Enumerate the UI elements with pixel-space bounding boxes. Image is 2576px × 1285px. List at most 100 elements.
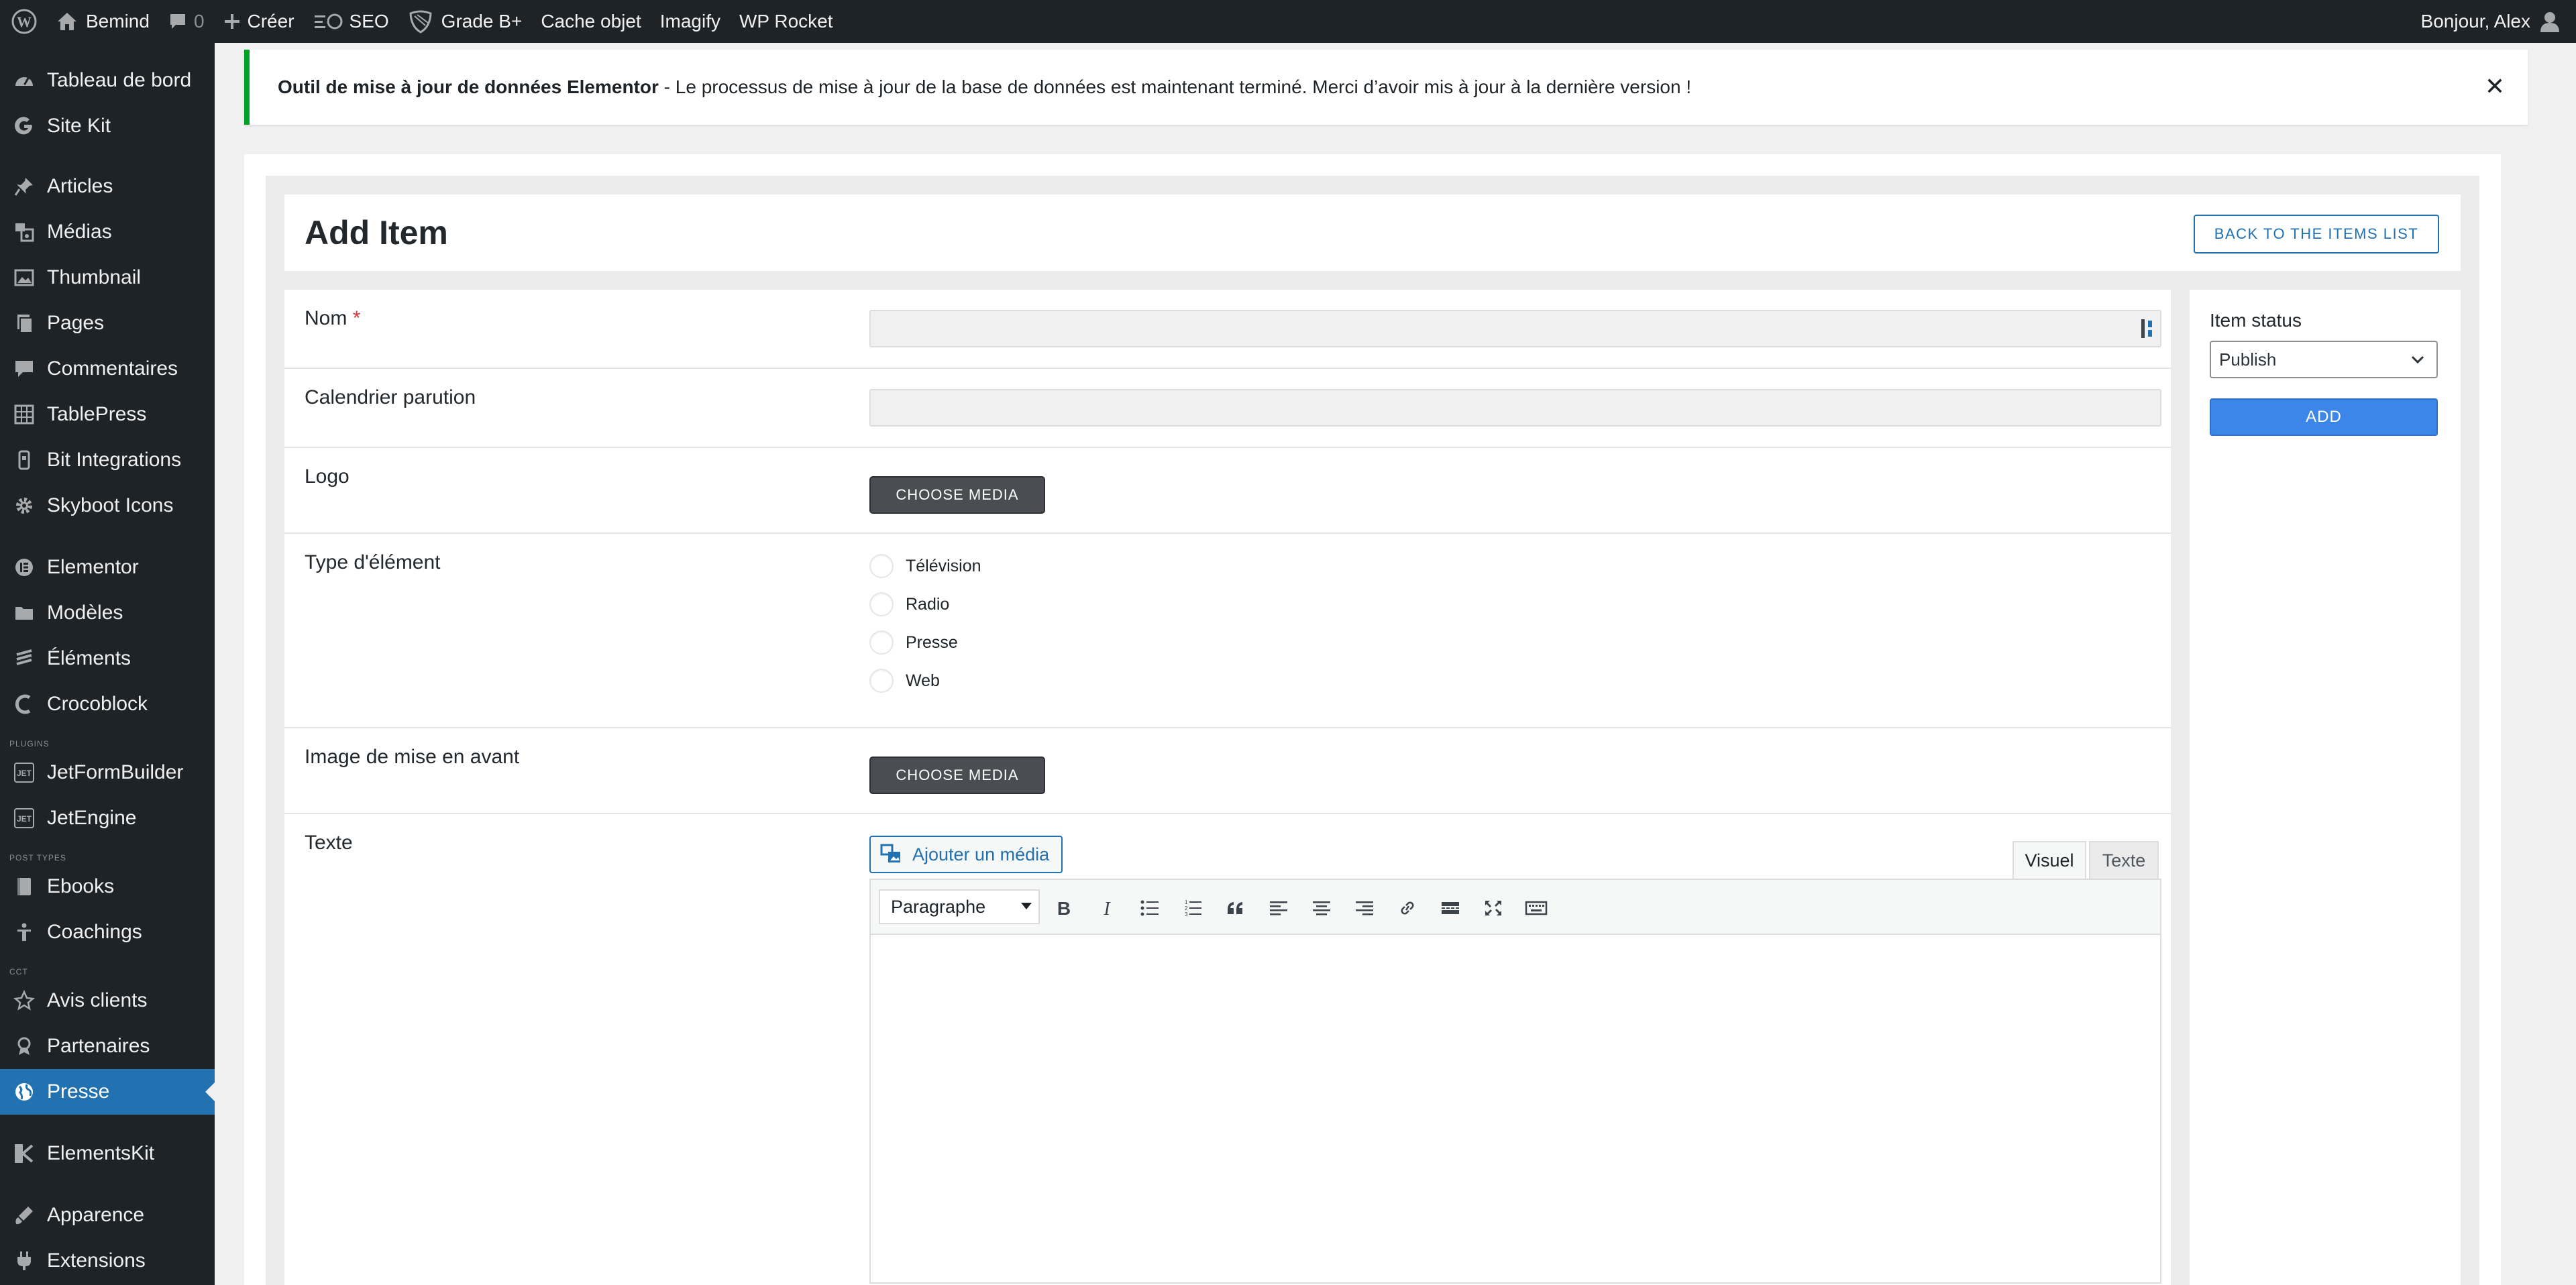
sidebar-item-jetformbuilder[interactable]: JET JetFormBuilder	[0, 750, 215, 795]
new-content-link[interactable]: Créer	[214, 0, 304, 43]
greeting: Bonjour, Alex	[2420, 11, 2530, 32]
seo-icon	[313, 13, 344, 30]
sidebar-item-skyboot-icons[interactable]: Skyboot Icons	[0, 483, 215, 528]
plug-icon	[11, 447, 38, 473]
back-to-list-button[interactable]: BACK TO THE ITEMS LIST	[2194, 215, 2439, 254]
seo-link[interactable]: SEO	[304, 0, 398, 43]
item-status-select[interactable]: Publish	[2210, 341, 2438, 378]
sidebar-item-bit-integrations[interactable]: Bit Integrations	[0, 437, 215, 483]
wprocket-label: WP Rocket	[739, 11, 833, 32]
sidebar-item-comments[interactable]: Commentaires	[0, 346, 215, 392]
cache-label: Cache objet	[541, 11, 641, 32]
grade-link[interactable]: Grade B+	[398, 0, 532, 43]
calendrier-input[interactable]	[869, 389, 2161, 427]
logo-choose-media-button[interactable]: CHOOSE MEDIA	[869, 476, 1045, 514]
sidebar-item-presse[interactable]: Presse	[0, 1069, 215, 1115]
sidebar-item-label: Tableau de bord	[47, 69, 192, 91]
type-label: Type d'élément	[305, 551, 441, 573]
user-menu[interactable]: Bonjour, Alex	[2412, 0, 2576, 43]
nom-label: Nom *	[305, 307, 360, 330]
grade-icon	[408, 9, 433, 34]
sidebar-item-label: Partenaires	[47, 1035, 150, 1057]
radio-presse[interactable]: Presse	[869, 630, 958, 655]
award-icon	[11, 1033, 38, 1060]
sidebar-item-extensions[interactable]: Extensions	[0, 1238, 215, 1284]
sidebar-item-apparence[interactable]: Apparence	[0, 1192, 215, 1238]
sidebar-item-ebooks[interactable]: Ebooks	[0, 864, 215, 909]
sidebar-item-label: Commentaires	[47, 357, 178, 380]
chevron-down-icon	[2408, 350, 2427, 369]
read-more-icon[interactable]	[1434, 892, 1466, 924]
radio-label: Radio	[906, 594, 950, 614]
sidebar-item-avis-clients[interactable]: Avis clients	[0, 978, 215, 1023]
nom-input[interactable]	[869, 310, 2161, 347]
appearance-icon	[11, 1202, 38, 1229]
bullet-list-icon[interactable]	[1134, 892, 1166, 924]
align-center-icon[interactable]	[1305, 892, 1338, 924]
admin-sidebar: Tableau de bord Site Kit Articles Médias…	[0, 43, 215, 1285]
bold-icon[interactable]: B	[1048, 892, 1080, 924]
blockquote-icon[interactable]	[1220, 892, 1252, 924]
home-icon	[56, 11, 78, 32]
link-icon[interactable]	[1391, 892, 1424, 924]
pin-icon	[11, 173, 38, 200]
sidebar-item-partenaires[interactable]: Partenaires	[0, 1023, 215, 1069]
align-left-icon[interactable]	[1263, 892, 1295, 924]
add-media-button[interactable]: Ajouter un média	[869, 836, 1063, 873]
publish-card: Item status Publish ADD	[2190, 290, 2461, 1285]
sidebar-item-tablepress[interactable]: TablePress	[0, 392, 215, 437]
sidebar-item-medias[interactable]: Médias	[0, 209, 215, 255]
sidebar-item-elementor[interactable]: Elementor	[0, 545, 215, 590]
fullscreen-icon[interactable]	[1477, 892, 1509, 924]
person-icon	[11, 919, 38, 946]
editor-content-area[interactable]	[869, 935, 2161, 1284]
keyboard-icon[interactable]	[1520, 892, 1552, 924]
sidebar-item-coachings[interactable]: Coachings	[0, 909, 215, 955]
sidebar-item-thumbnail[interactable]: Thumbnail	[0, 255, 215, 300]
align-right-icon[interactable]	[1348, 892, 1381, 924]
wordpress-logo-icon[interactable]: W	[0, 0, 47, 43]
svg-text:JET: JET	[17, 814, 32, 824]
numbered-list-icon[interactable]: 123	[1177, 892, 1209, 924]
calendrier-label: Calendrier parution	[305, 386, 476, 408]
radio-web[interactable]: Web	[869, 669, 940, 693]
page-icon	[11, 310, 38, 337]
tab-text[interactable]: Texte	[2089, 841, 2159, 879]
sidebar-item-pages[interactable]: Pages	[0, 300, 215, 346]
sidebar-item-dashboard[interactable]: Tableau de bord	[0, 58, 215, 103]
sidebar-item-label: JetEngine	[47, 807, 137, 829]
sidebar-item-jetengine[interactable]: JET JetEngine	[0, 795, 215, 841]
radio-circle[interactable]	[869, 630, 894, 655]
sidebar-item-elementskit[interactable]: ElementsKit	[0, 1131, 215, 1176]
sidebar-item-label: Coachings	[47, 921, 142, 943]
imagify-link[interactable]: Imagify	[651, 0, 730, 43]
site-name-link[interactable]: Bemind	[47, 0, 159, 43]
sidebar-item-site-kit[interactable]: Site Kit	[0, 103, 215, 149]
cache-link[interactable]: Cache objet	[531, 0, 650, 43]
add-button[interactable]: ADD	[2210, 398, 2438, 436]
ekit-icon	[11, 1140, 38, 1167]
sidebar-item-crocoblock[interactable]: Crocoblock	[0, 681, 215, 727]
dashboard-icon	[11, 67, 38, 94]
radio-circle[interactable]	[869, 592, 894, 616]
sidebar-item-articles[interactable]: Articles	[0, 164, 215, 209]
tab-visual[interactable]: Visuel	[2012, 841, 2086, 879]
radio-circle[interactable]	[869, 669, 894, 693]
sidebar-item-elements[interactable]: Éléments	[0, 636, 215, 681]
new-label: Créer	[247, 11, 294, 32]
radio-radio[interactable]: Radio	[869, 592, 949, 616]
radio-television[interactable]: Télévision	[869, 554, 981, 578]
comments-count: 0	[193, 11, 205, 32]
wprocket-link[interactable]: WP Rocket	[730, 0, 843, 43]
sidebar-item-modeles[interactable]: Modèles	[0, 590, 215, 636]
radio-circle[interactable]	[869, 554, 894, 578]
comments-link[interactable]: 0	[159, 0, 214, 43]
nom-label-text: Nom	[305, 307, 347, 329]
table-icon	[11, 401, 38, 428]
add-media-icon	[880, 844, 903, 865]
italic-icon[interactable]: I	[1091, 892, 1123, 924]
image-choose-media-button[interactable]: CHOOSE MEDIA	[869, 757, 1045, 794]
close-icon[interactable]: ✕	[2485, 72, 2505, 101]
format-select[interactable]: Paragraphe	[879, 889, 1040, 924]
sidebar-item-label: Pages	[47, 312, 105, 334]
